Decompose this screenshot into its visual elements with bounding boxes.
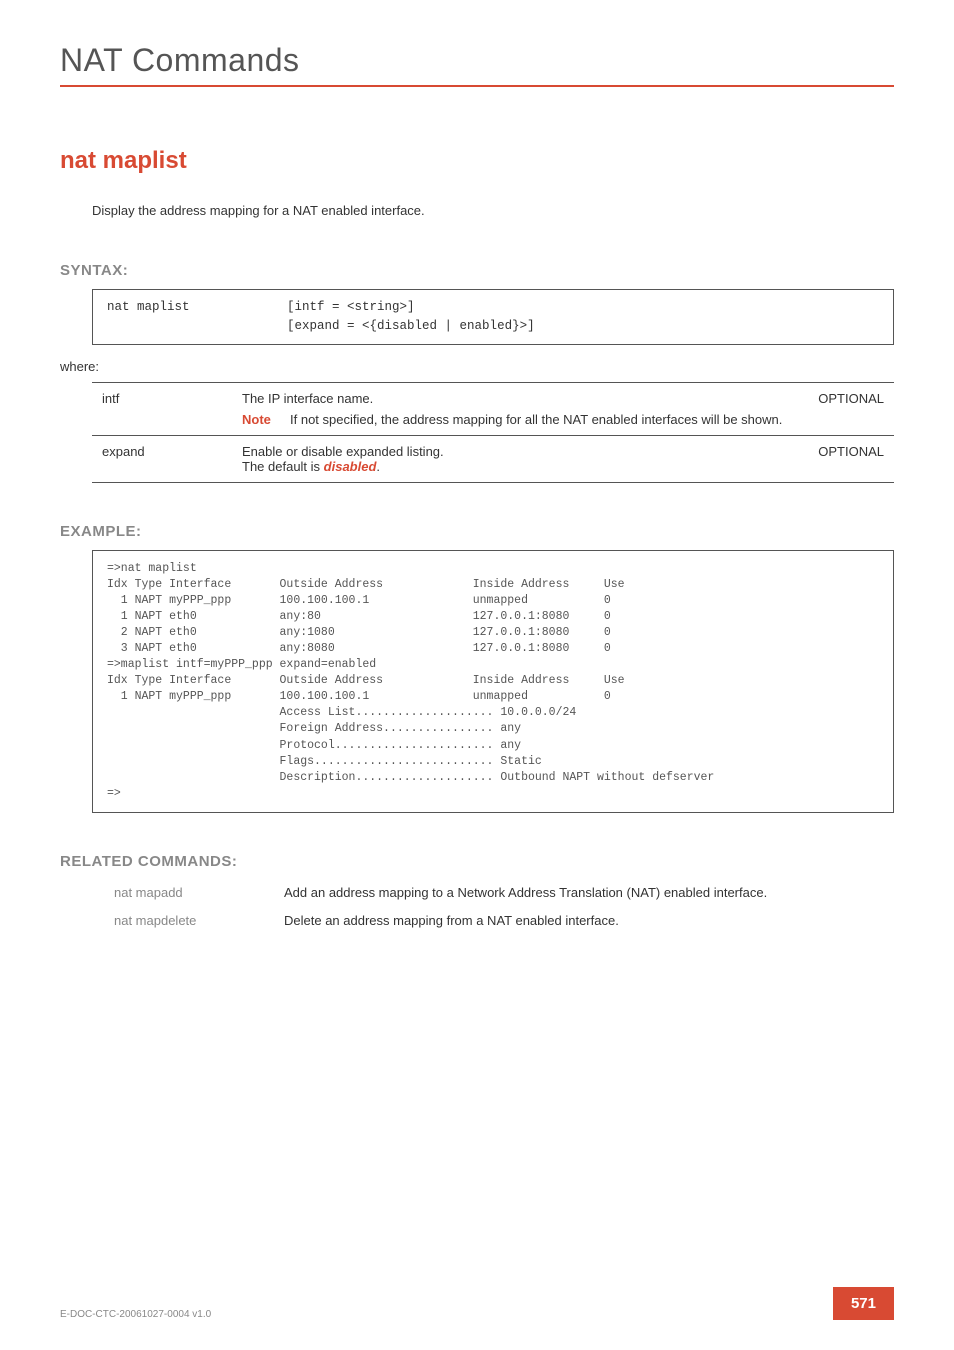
syntax-box: nat maplist [intf = <string>] [expand = …	[92, 289, 894, 345]
default-value: disabled	[324, 459, 377, 474]
param-flag: OPTIONAL	[804, 382, 894, 435]
related-commands-table: nat mapadd Add an address mapping to a N…	[114, 880, 864, 936]
related-row: nat mapdelete Delete an address mapping …	[114, 908, 864, 936]
note-label: Note	[242, 412, 290, 427]
param-row-expand: expand Enable or disable expanded listin…	[92, 435, 894, 482]
related-cmd-desc: Delete an address mapping from a NAT ena…	[284, 908, 864, 936]
doc-id: E-DOC-CTC-20061027-0004 v1.0	[60, 1309, 211, 1320]
param-flag: OPTIONAL	[804, 435, 894, 482]
command-description: Display the address mapping for a NAT en…	[92, 203, 894, 218]
related-label: RELATED COMMANDS:	[60, 853, 894, 870]
param-name: expand	[92, 435, 232, 482]
default-suffix: .	[376, 459, 380, 474]
page-footer: E-DOC-CTC-20061027-0004 v1.0 571	[60, 1287, 894, 1320]
related-cmd-desc: Add an address mapping to a Network Addr…	[284, 880, 864, 908]
example-box: =>nat maplist Idx Type Interface Outside…	[92, 550, 894, 813]
param-row-intf: intf The IP interface name. Note If not …	[92, 382, 894, 435]
where-label: where:	[60, 359, 894, 374]
param-desc-line: Enable or disable expanded listing.	[242, 444, 444, 459]
param-name: intf	[92, 382, 232, 435]
param-note: Note If not specified, the address mappi…	[242, 412, 794, 427]
related-row: nat mapadd Add an address mapping to a N…	[114, 880, 864, 908]
example-label: EXAMPLE:	[60, 523, 894, 540]
related-cmd-name: nat mapadd	[114, 880, 284, 908]
default-prefix: The default is	[242, 459, 324, 474]
related-cmd-name: nat mapdelete	[114, 908, 284, 936]
title-rule	[60, 85, 894, 87]
page-number: 571	[833, 1287, 894, 1320]
param-desc: Enable or disable expanded listing. The …	[232, 435, 804, 482]
param-desc-line: The IP interface name.	[242, 391, 373, 406]
command-title: nat maplist	[60, 147, 894, 175]
syntax-label: SYNTAX:	[60, 262, 894, 279]
note-text: If not specified, the address mapping fo…	[290, 412, 782, 427]
params-table: intf The IP interface name. Note If not …	[92, 382, 894, 483]
page-title: NAT Commands	[60, 42, 894, 79]
param-desc: The IP interface name. Note If not speci…	[232, 382, 804, 435]
